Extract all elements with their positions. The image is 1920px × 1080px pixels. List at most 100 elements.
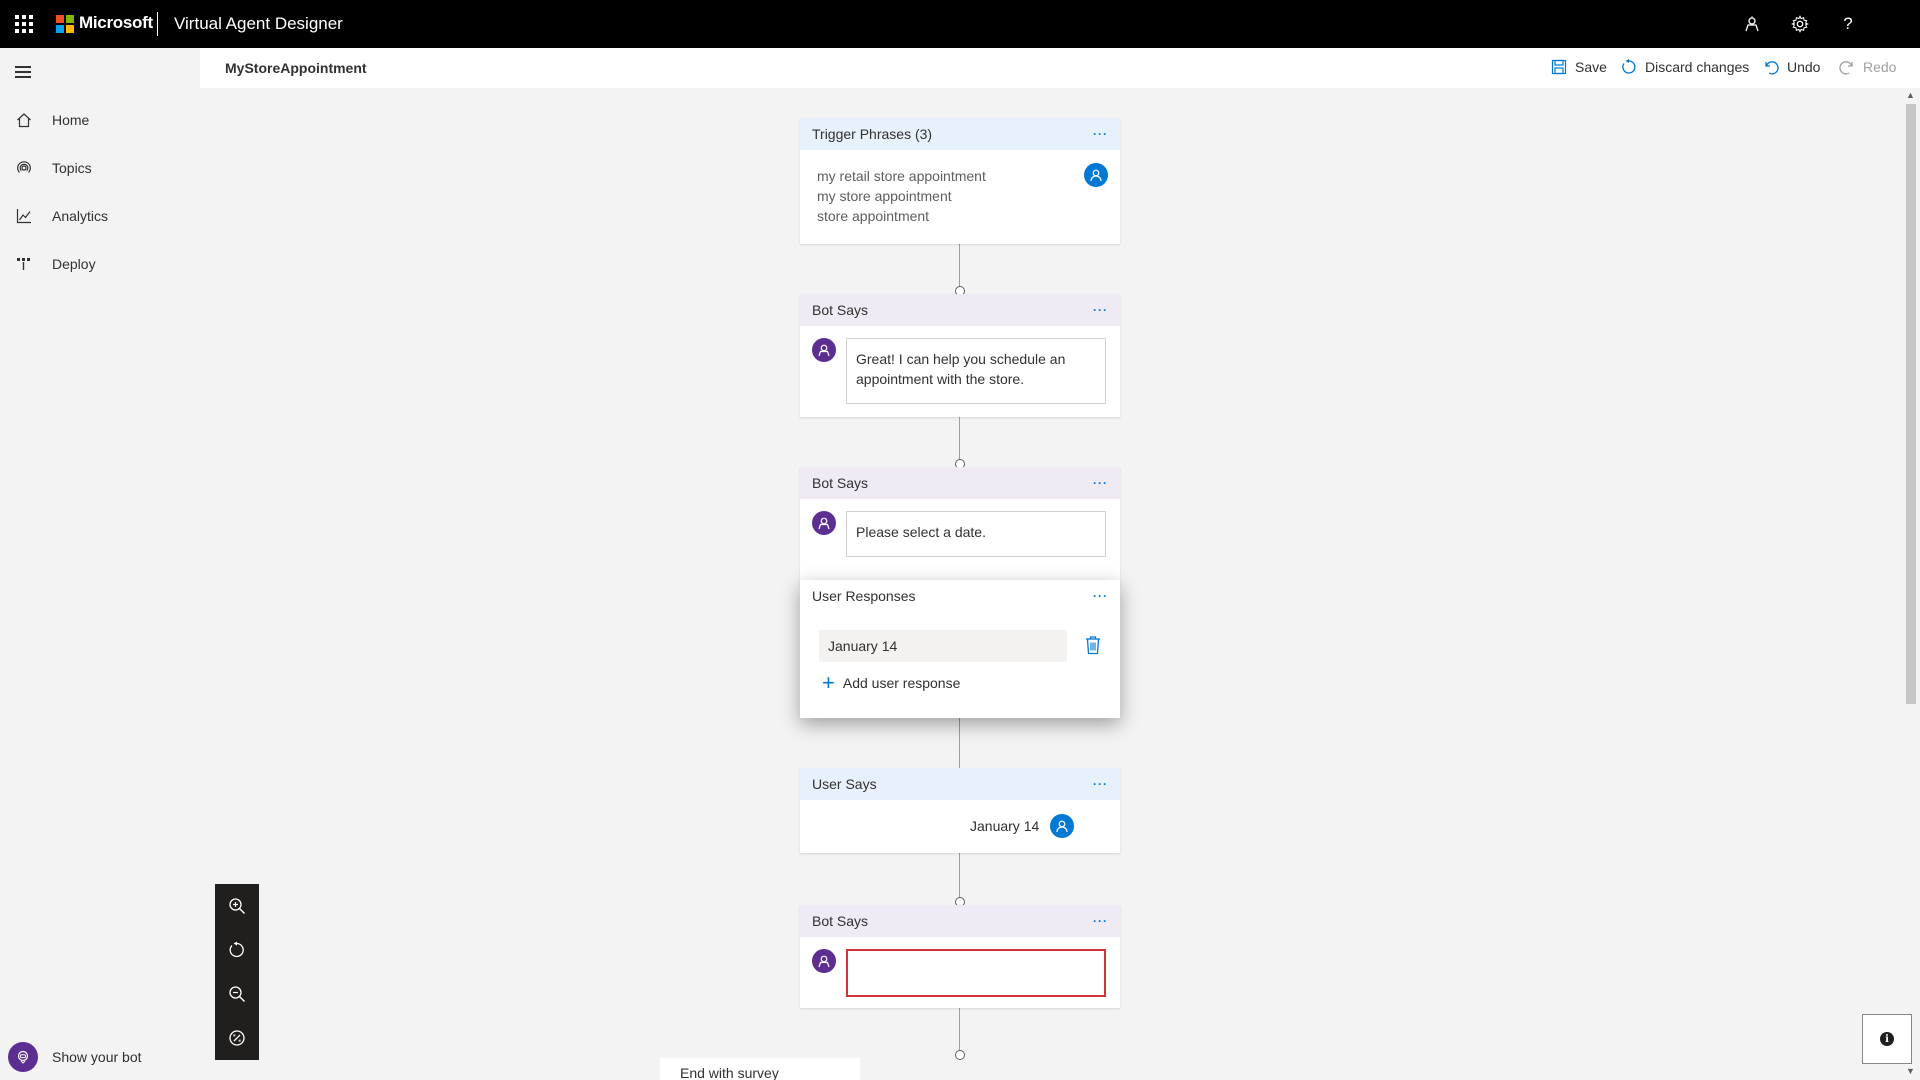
node-header: User Responses ··· [800, 580, 1120, 612]
deploy-icon [14, 254, 34, 274]
sidebar-item-deploy[interactable]: Deploy [0, 244, 200, 284]
more-options-icon[interactable]: ··· [1093, 914, 1108, 928]
more-options-icon[interactable]: ··· [1093, 303, 1108, 317]
bot-person-icon[interactable] [1740, 12, 1764, 36]
redo-label: Redo [1863, 59, 1897, 75]
connector-line [959, 1008, 960, 1056]
node-header: Bot Says ··· [800, 294, 1120, 326]
authoring-canvas[interactable]: Trigger Phrases (3) ··· my retail store … [200, 88, 1902, 1080]
connector-line [959, 244, 960, 292]
sidebar-item-analytics[interactable]: Analytics [0, 196, 200, 236]
undo-icon [1762, 58, 1780, 76]
topic-title: MyStoreAppointment [225, 60, 367, 76]
add-node-button[interactable] [955, 1050, 965, 1060]
reset-view-icon[interactable] [215, 928, 259, 972]
node-title: User Responses [812, 588, 916, 604]
trigger-phrase: my store appointment [817, 188, 952, 204]
bot-message-box[interactable]: Please select a date. [846, 511, 1106, 557]
scroll-down-icon[interactable]: ▼ [1906, 1066, 1915, 1076]
bot-message-box-empty[interactable] [846, 949, 1106, 997]
scrollbar-thumb[interactable] [1906, 104, 1916, 704]
user-message-text: January 14 [970, 818, 1040, 834]
zoom-toolbar [215, 884, 259, 1060]
bot-message-box[interactable]: Great! I can help you schedule an appoin… [846, 338, 1106, 404]
scroll-up-icon[interactable]: ▲ [1906, 90, 1915, 100]
add-user-response-label: Add user response [842, 675, 961, 691]
save-icon [1550, 58, 1568, 76]
show-your-bot-button[interactable]: Show your bot [8, 1042, 142, 1072]
vertical-scrollbar[interactable]: ▲ ▼ [1902, 88, 1920, 1080]
more-options-icon[interactable]: ··· [1093, 777, 1108, 791]
undo-label: Undo [1787, 59, 1821, 75]
add-user-response-button[interactable]: + Add user response [822, 670, 961, 695]
plus-icon: + [822, 670, 835, 695]
info-icon: i [1880, 1032, 1894, 1046]
trigger-phrase: my retail store appointment [817, 168, 986, 184]
topics-icon [14, 158, 34, 178]
redo-button[interactable]: Redo [1838, 58, 1896, 76]
fit-to-screen-icon[interactable] [215, 1016, 259, 1060]
redo-icon [1838, 58, 1856, 76]
trigger-phrases-node[interactable]: Trigger Phrases (3) ··· my retail store … [800, 118, 1120, 244]
save-label: Save [1575, 59, 1607, 75]
sidebar-item-topics[interactable]: Topics [0, 148, 200, 188]
node-title: Bot Says [812, 302, 869, 318]
trigger-phrase-list: my retail store appointment my store app… [800, 150, 1120, 240]
waffle-icon[interactable] [12, 12, 36, 36]
bot-says-node[interactable]: Bot Says ··· Great! I can help you sched… [800, 294, 1120, 417]
bot-says-node[interactable]: Bot Says ··· [800, 905, 1120, 1008]
user-avatar-icon [1050, 814, 1074, 838]
home-icon [14, 110, 34, 130]
brand-name: Microsoft [79, 13, 153, 32]
left-navigation: Home Topics Analytics Deploy [0, 48, 200, 1080]
help-icon[interactable]: ? [1836, 12, 1860, 36]
more-options-icon[interactable]: ··· [1093, 476, 1108, 490]
command-bar: MyStoreAppointment Save Discard changes … [200, 48, 1920, 88]
bot-says-node[interactable]: Bot Says ··· Please select a date. [800, 467, 1120, 587]
discard-label: Discard changes [1645, 59, 1750, 75]
app-title[interactable]: Virtual Agent Designer [174, 14, 343, 34]
sidebar-item-label: Topics [52, 160, 92, 176]
user-avatar-icon [1084, 163, 1108, 187]
info-button[interactable]: i [1862, 1014, 1912, 1064]
divider [157, 12, 158, 36]
user-response-input[interactable]: January 14 [819, 630, 1067, 662]
zoom-out-icon[interactable] [215, 972, 259, 1016]
node-header: Bot Says ··· [800, 467, 1120, 499]
bot-chat-icon [8, 1042, 38, 1072]
user-says-node[interactable]: User Says ··· January 14 [800, 768, 1120, 853]
bot-avatar-icon [812, 338, 836, 362]
end-with-survey-node[interactable]: End with survey [660, 1058, 860, 1080]
sidebar-item-label: Deploy [52, 256, 96, 272]
sidebar-item-label: Home [52, 112, 90, 128]
settings-gear-icon[interactable] [1788, 12, 1812, 36]
discard-changes-button[interactable]: Discard changes [1620, 58, 1749, 76]
node-title: Bot Says [812, 475, 869, 491]
connector-line [959, 853, 960, 901]
node-title: Trigger Phrases (3) [812, 126, 933, 142]
node-title: User Says [812, 776, 877, 792]
node-header: User Says ··· [800, 768, 1120, 800]
node-title: Bot Says [812, 913, 869, 929]
zoom-in-icon[interactable] [215, 884, 259, 928]
sidebar-item-home[interactable]: Home [0, 100, 200, 140]
trigger-phrase: store appointment [817, 208, 930, 224]
node-header: Trigger Phrases (3) ··· [800, 118, 1120, 150]
undo-button[interactable]: Undo [1762, 58, 1820, 76]
node-header: Bot Says ··· [800, 905, 1120, 937]
end-with-survey-label: End with survey [680, 1065, 779, 1080]
refresh-icon [1620, 58, 1638, 76]
hamburger-menu-icon[interactable] [15, 66, 31, 78]
connector-line [959, 417, 960, 465]
user-responses-node[interactable]: User Responses ··· January 14 + Add user… [800, 580, 1120, 718]
analytics-icon [14, 206, 34, 226]
more-options-icon[interactable]: ··· [1093, 127, 1108, 141]
show-bot-label: Show your bot [52, 1049, 142, 1065]
sidebar-item-label: Analytics [52, 208, 109, 224]
delete-icon[interactable] [1084, 635, 1102, 655]
bot-avatar-icon [812, 511, 836, 535]
bot-avatar-icon [812, 949, 836, 973]
more-options-icon[interactable]: ··· [1093, 589, 1108, 603]
save-button[interactable]: Save [1550, 58, 1607, 76]
microsoft-logo-icon [56, 15, 74, 33]
